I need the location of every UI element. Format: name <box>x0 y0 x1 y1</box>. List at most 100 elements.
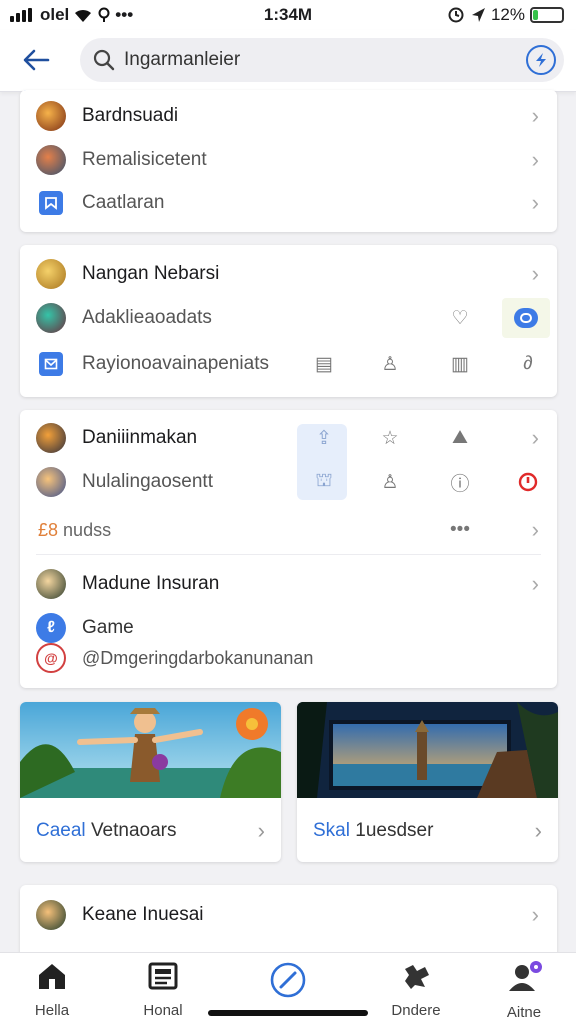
list-item-label: Rayionoavainapeniats <box>82 353 269 374</box>
list-item-label: Adaklieaoadats <box>82 307 212 328</box>
nav-item-news[interactable]: Honal <box>113 961 213 1019</box>
results-card-2: Nangan Nebarsi › Adaklieaoadats ♡ Rayion… <box>20 245 557 397</box>
list-item-label: Keane Inuesai <box>82 904 204 925</box>
battery-level <box>533 10 539 20</box>
share-icon[interactable]: ⇪ <box>310 424 338 452</box>
results-card-3: Daniiinmakan ⇪ ☆ ⛰ › Nulalingaosentt ⛫ ♙… <box>20 410 557 688</box>
chevron-right-icon: › <box>531 425 539 450</box>
list-item-label: £8 nudss <box>38 520 111 541</box>
list-item-label: Bardnsuadi <box>82 105 179 126</box>
list-item[interactable]: Madune Insuran › <box>20 564 557 604</box>
tile-caption: Skal 1uesdser <box>313 820 433 842</box>
list-item[interactable]: @ @Dmgeringdarbokanunanan <box>20 638 557 678</box>
document-icon[interactable]: ▤ <box>310 350 338 378</box>
list-item[interactable]: Keane Inuesai › <box>20 895 557 935</box>
game-avatar <box>36 303 66 333</box>
clipboard-icon[interactable]: ▥ <box>446 350 474 378</box>
chevron-right-icon: › <box>531 147 539 172</box>
list-item[interactable]: Rayionoavainapeniats ▤ ♙ ▥ ∂ <box>20 344 557 384</box>
profile-icon <box>509 961 542 991</box>
list-item[interactable]: Bardnsuadi › <box>20 96 557 136</box>
chevron-right-icon: › <box>534 818 542 843</box>
puzzle-icon <box>405 965 429 989</box>
battery-icon <box>530 7 564 23</box>
list-item-label: Nulalingaosentt <box>82 471 213 492</box>
divider <box>36 554 541 555</box>
alert-icon[interactable] <box>514 468 542 496</box>
chevron-right-icon: › <box>531 261 539 286</box>
chevron-right-icon: › <box>257 818 265 843</box>
nav-label: Hella <box>34 1002 70 1019</box>
image-icon[interactable]: ⛰ <box>446 424 474 452</box>
link-icon[interactable]: ∂ <box>514 350 542 378</box>
person-icon[interactable]: ♙ <box>376 468 404 496</box>
tile-caption-accent: Caeal <box>36 820 86 841</box>
list-item[interactable]: Adaklieaoadats ♡ <box>20 298 557 338</box>
chevron-right-icon: › <box>531 517 539 542</box>
list-item-label: Daniiinmakan <box>82 427 198 448</box>
list-item[interactable]: Remalisicetent › <box>20 140 557 180</box>
chevron-right-icon: › <box>531 103 539 128</box>
more-icon[interactable]: ••• <box>446 516 474 544</box>
price-prefix: £8 <box>38 519 59 540</box>
message-icon <box>39 352 63 376</box>
assistant-button[interactable] <box>526 45 556 75</box>
tile-caption: Caeal Vetnaoars <box>36 820 177 842</box>
list-item-label: Caatlaran <box>82 192 165 213</box>
pin-icon[interactable]: ♙ <box>376 350 404 378</box>
list-item[interactable]: Nulalingaosentt ⛫ ♙ ⓘ <box>20 462 557 502</box>
mention-icon: @ <box>36 643 66 673</box>
list-item-label: Madune Insuran <box>82 573 220 594</box>
heart-icon[interactable]: ♡ <box>446 304 474 332</box>
list-item[interactable]: Daniiinmakan ⇪ ☆ ⛰ › <box>20 418 557 458</box>
star-icon[interactable]: ☆ <box>376 424 404 452</box>
home-indicator[interactable] <box>208 1010 368 1016</box>
tile-caption-text: 1uesdser <box>355 820 434 841</box>
chevron-right-icon: › <box>531 190 539 215</box>
list-item-label: Nangan Nebarsi <box>82 263 220 284</box>
nav-item-discover[interactable] <box>238 961 338 1010</box>
game-artwork-harbor <box>297 702 558 798</box>
chevron-right-icon: › <box>531 571 539 596</box>
list-item[interactable]: Caatlaran › <box>20 183 557 223</box>
nav-label: Dndere <box>391 1002 441 1019</box>
game-tile-2[interactable]: Skal 1uesdser › <box>297 702 558 862</box>
game-avatar <box>36 101 66 131</box>
game-avatar <box>36 423 66 453</box>
bookmark-outline-icon[interactable]: ⛫ <box>310 468 338 496</box>
home-icon <box>39 964 65 989</box>
list-item-label: @Dmgeringdarbokanunanan <box>82 647 314 668</box>
list-item[interactable]: Nangan Nebarsi › <box>20 254 557 294</box>
nav-item-home[interactable]: Hella <box>2 961 102 1019</box>
back-button[interactable] <box>18 42 54 78</box>
list-item-text: nudss <box>63 519 112 540</box>
location-icon <box>471 8 485 22</box>
tile-caption-text: Vetnaoars <box>90 820 177 841</box>
search-query[interactable]: Ingarmanleier <box>124 49 240 71</box>
arrow-left-icon <box>23 49 50 71</box>
nav-item-profile[interactable]: Aitne <box>474 961 574 1021</box>
alarm-icon <box>448 7 464 23</box>
bookmark-icon <box>39 191 63 215</box>
bolt-icon <box>536 53 546 67</box>
game-avatar <box>36 145 66 175</box>
results-card-1: Bardnsuadi › Remalisicetent › Caatlaran … <box>20 90 557 232</box>
toggle-button[interactable] <box>502 298 550 338</box>
nav-item-games[interactable]: Dndere <box>366 961 466 1019</box>
game-avatar <box>36 900 66 930</box>
list-item-label: Remalisicetent <box>82 149 207 170</box>
search-input[interactable]: Ingarmanleier <box>80 38 564 82</box>
list-item[interactable]: £8 nudss ••• › <box>20 510 557 550</box>
game-avatar <box>36 467 66 497</box>
nav-label: Aitne <box>506 1004 542 1021</box>
game-avatar <box>36 259 66 289</box>
battery-percent: 12% <box>490 5 525 24</box>
news-icon <box>148 962 178 990</box>
game-artwork-jungle <box>20 702 281 798</box>
search-icon <box>93 49 115 71</box>
info-icon[interactable]: ⓘ <box>446 468 474 496</box>
chat-bubble-icon <box>514 308 538 328</box>
compass-icon <box>270 962 306 998</box>
game-tile-1[interactable]: Caeal Vetnaoars › <box>20 702 281 862</box>
nav-label: Honal <box>143 1002 183 1019</box>
